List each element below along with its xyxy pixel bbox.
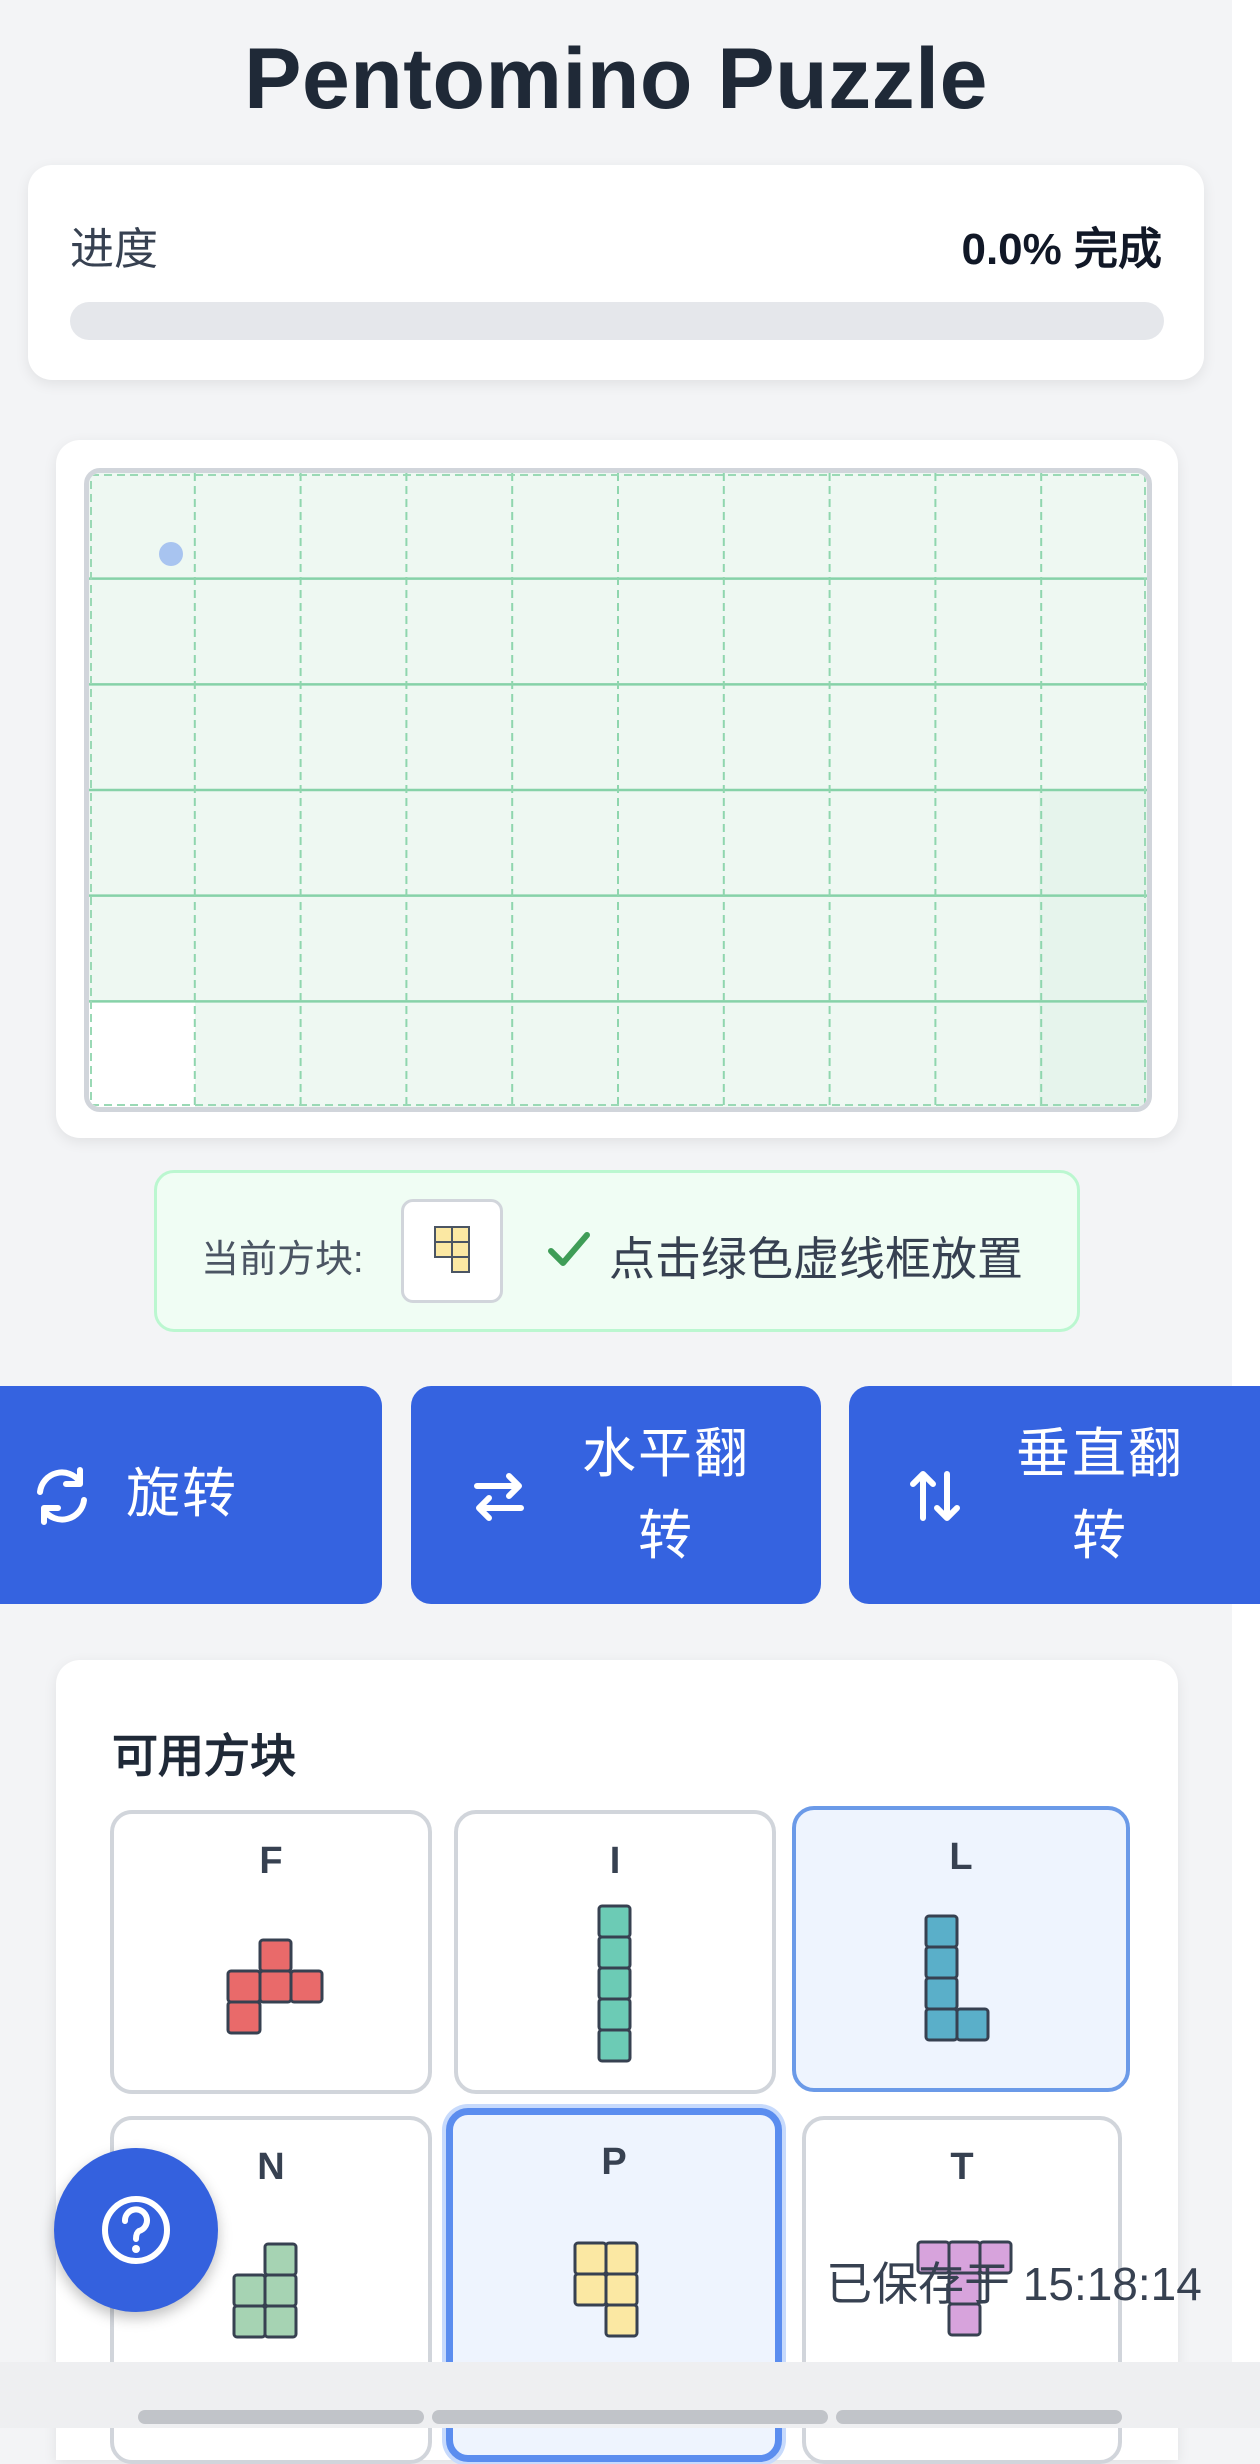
- placement-hint: 点击绿色虚线框放置: [609, 1233, 1023, 1285]
- vertical-flip-label-line2: 转: [1072, 1506, 1128, 1566]
- rotate-icon: [37, 1467, 87, 1525]
- piece-label-p: P: [601, 2141, 627, 2183]
- piece-label-i: I: [609, 1840, 621, 1882]
- board-card: [56, 440, 1178, 1138]
- pieces-card: 可用方块 F I L N P T: [56, 1660, 1178, 2464]
- scrollbar-segment[interactable]: [138, 2410, 424, 2424]
- current-piece-panel: 当前方块: 点击绿色虚线框放置: [154, 1170, 1080, 1332]
- rotate-label: 旋转: [126, 1464, 238, 1524]
- help-icon: [102, 2196, 170, 2264]
- piece-tile-l[interactable]: L: [792, 1806, 1130, 2092]
- right-edge: [1232, 0, 1260, 2428]
- progress-bar: [70, 302, 1164, 340]
- horizontal-flip-label-line2: 转: [638, 1506, 694, 1566]
- horizontal-flip-icon: [474, 1473, 524, 1521]
- scrollbar-segment[interactable]: [432, 2410, 828, 2424]
- piece-label-f: F: [259, 1840, 283, 1882]
- progress-card: 进度 0.0% 完成: [28, 165, 1204, 380]
- rotate-button[interactable]: 旋转: [0, 1386, 382, 1604]
- pieces-title: 可用方块: [112, 1730, 296, 1782]
- board-grid[interactable]: [89, 473, 1147, 1107]
- current-piece-label: 当前方块:: [201, 1239, 364, 1281]
- piece-n-icon: [232, 2242, 298, 2339]
- empty-cell[interactable]: [89, 1001, 195, 1107]
- progress-value: 0.0% 完成: [961, 225, 1162, 274]
- puzzle-board[interactable]: [84, 468, 1152, 1112]
- piece-i-icon: [597, 1904, 632, 2063]
- vertical-flip-icon: [910, 1471, 960, 1521]
- vertical-flip-button[interactable]: 垂直翻 转: [849, 1386, 1260, 1604]
- scrollbar-segment[interactable]: [836, 2410, 1122, 2424]
- progress-label: 进度: [70, 225, 158, 274]
- horizontal-flip-label-line1: 水平翻: [582, 1424, 750, 1484]
- saved-status: 已保存于 15:18:14: [826, 2258, 1202, 2310]
- piece-tile-i[interactable]: I: [454, 1810, 776, 2094]
- help-button[interactable]: [54, 2148, 218, 2312]
- piece-p-icon: [573, 2241, 639, 2338]
- piece-label-l: L: [949, 1836, 973, 1878]
- piece-l-icon: [924, 1914, 990, 2042]
- current-piece-preview: [401, 1199, 503, 1303]
- horizontal-flip-button[interactable]: 水平翻 转: [411, 1386, 821, 1604]
- piece-tile-f[interactable]: F: [110, 1810, 432, 2094]
- vertical-flip-label-line1: 垂直翻: [1016, 1424, 1184, 1484]
- piece-f-icon: [226, 1938, 324, 2035]
- placement-dot: [159, 542, 183, 566]
- check-icon: [548, 1232, 590, 1266]
- piece-label-t: T: [950, 2146, 974, 2188]
- current-piece-icon: [434, 1226, 470, 1273]
- page-title: Pentomino Puzzle: [244, 31, 988, 127]
